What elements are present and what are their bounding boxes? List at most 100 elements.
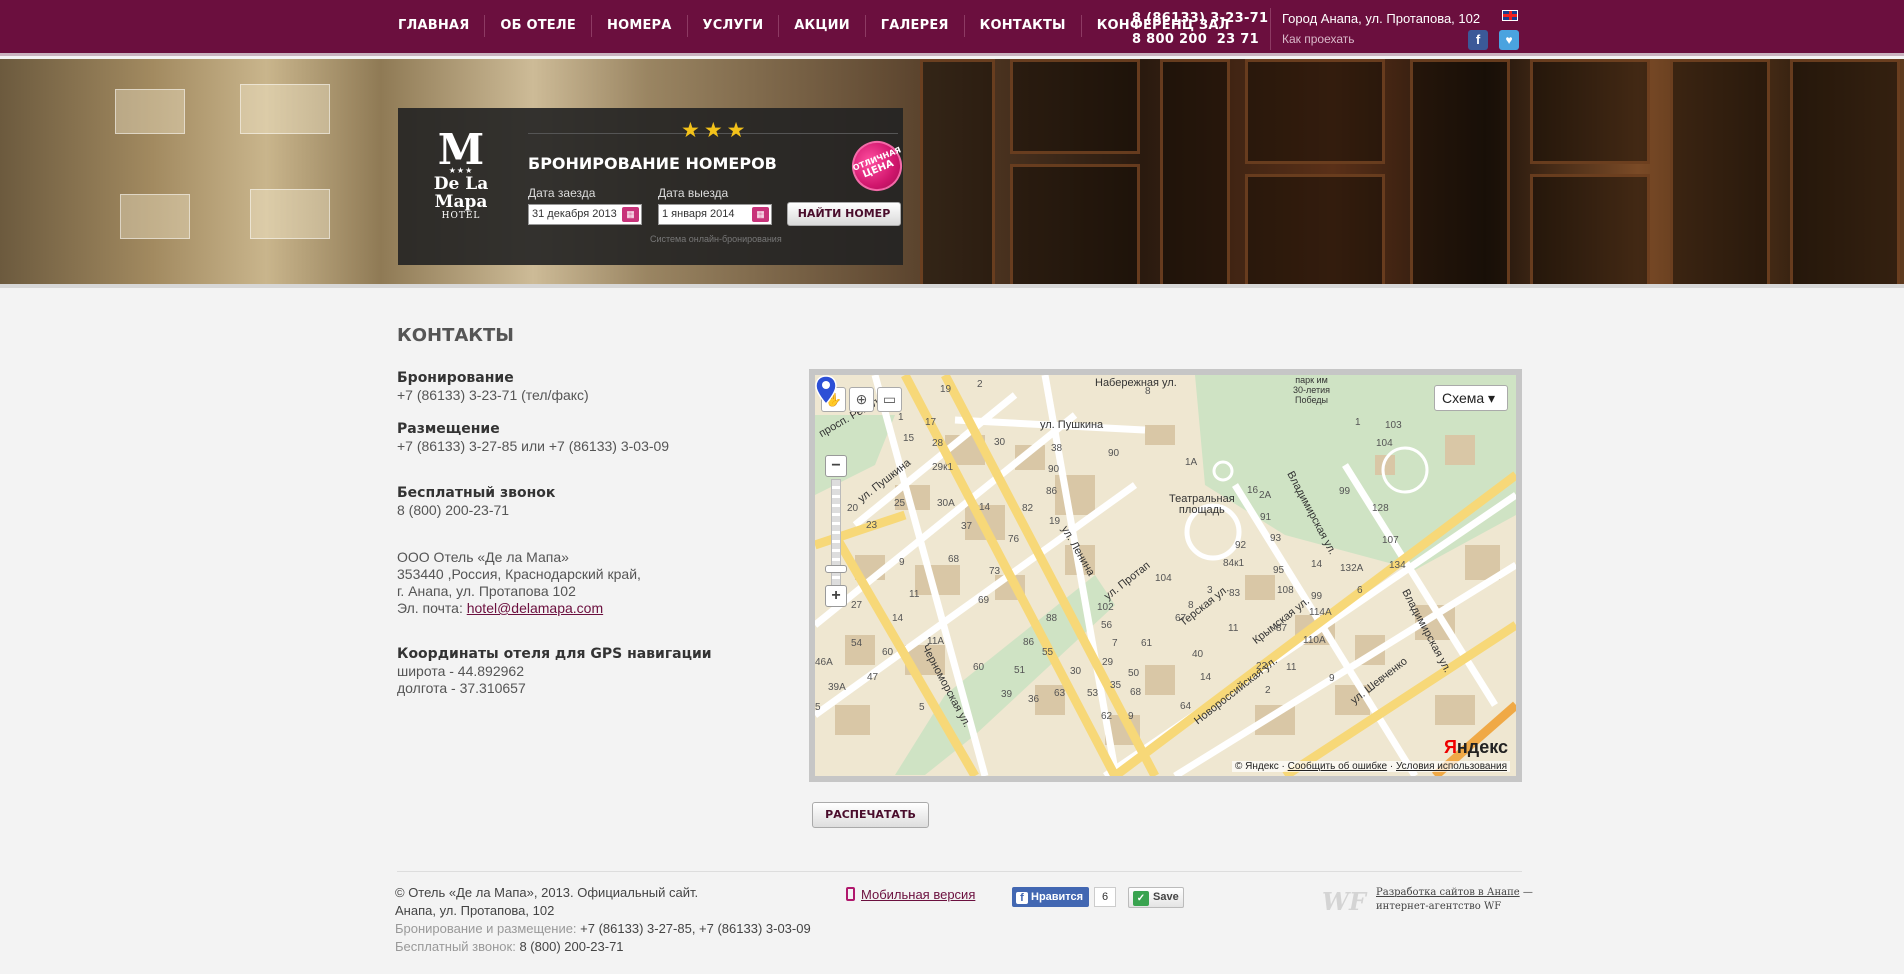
hero-banner xyxy=(0,59,1904,288)
nav-item-services[interactable]: УСЛУГИ xyxy=(686,15,779,37)
hero-window xyxy=(1530,59,1650,164)
map-house-number: 86 xyxy=(1046,486,1058,497)
vk-icon[interactable]: ♥ xyxy=(1499,30,1519,50)
hotel-stars: ★★★ xyxy=(681,119,750,142)
map-house-number: 103 xyxy=(1385,420,1402,431)
footer-booking-value: +7 (86133) 3-27-85, +7 (86133) 3-03-09 xyxy=(580,921,811,936)
map-house-number: 83 xyxy=(1229,588,1241,599)
map-ruler-tool[interactable]: ▭ xyxy=(877,387,902,412)
map-house-number: 14 xyxy=(1311,559,1323,570)
email-link[interactable]: hotel@delamapa.com xyxy=(467,600,603,616)
facebook-small-icon: f xyxy=(1016,892,1028,904)
map-house-number: 73 xyxy=(989,566,1001,577)
map-house-number: 108 xyxy=(1277,585,1294,596)
free-call-contact: Бесплатный звонок 8 (800) 200-23-71 xyxy=(397,485,555,519)
map-house-number: 102 xyxy=(1097,602,1114,613)
map-house-number: 67 xyxy=(1175,613,1187,624)
map-zoom-in-button[interactable]: + xyxy=(825,585,847,607)
map-type-selector[interactable]: Схема ▾ xyxy=(1434,385,1508,411)
footer-copyright: © Отель «Де ла Мапа», 2013. Официальный … xyxy=(395,885,699,900)
map-house-number: 30А xyxy=(937,498,955,509)
company-name: ООО Отель «Де ла Мапа» xyxy=(397,549,569,565)
map-house-number: 46А xyxy=(815,657,833,668)
map-house-number: 23 xyxy=(866,520,878,531)
booking-heading: Бронирование xyxy=(397,370,514,386)
map-house-number: 62 xyxy=(1101,711,1113,722)
checkin-field[interactable]: 31 декабря 2013 ▦ xyxy=(528,204,642,225)
map-house-number: 14 xyxy=(892,613,904,624)
nav-item-home[interactable]: ГЛАВНАЯ xyxy=(398,15,484,37)
map-label-teatr: Театральная площадь xyxy=(1169,493,1235,516)
hero-window xyxy=(1530,174,1650,288)
map-label-park: парк им 30-летия Победы xyxy=(1293,375,1330,405)
yandex-map[interactable]: Набережная ул. парк им 30-летия Победы у… xyxy=(815,375,1516,776)
hero-window xyxy=(1245,174,1385,288)
map-house-number: 84к1 xyxy=(1223,558,1245,569)
mobile-version-link[interactable]: Мобильная версия xyxy=(846,887,975,902)
find-room-button[interactable]: НАЙТИ НОМЕР xyxy=(787,202,901,226)
checkout-field[interactable]: 1 января 2014 ▦ xyxy=(658,204,772,225)
footer-booking-label: Бронирование и размещение: xyxy=(395,921,581,936)
footer-info: © Отель «Де ла Мапа», 2013. Официальный … xyxy=(395,884,811,956)
map-terms-link[interactable]: Условия использования xyxy=(1396,761,1507,772)
nav-item-gallery[interactable]: ГАЛЕРЕЯ xyxy=(864,15,964,37)
print-button[interactable]: РАСПЕЧАТАТЬ xyxy=(812,802,929,828)
map-zoom-out-button[interactable]: − xyxy=(825,455,847,477)
facebook-like-button[interactable]: f Нравится xyxy=(1012,887,1090,907)
map-house-number: 87 xyxy=(1276,623,1288,634)
map-house-number: 6 xyxy=(1357,585,1363,596)
free-call-phone: 8 (800) 200-23-71 xyxy=(397,502,510,518)
map-label-naberezhnaya: Набережная ул. xyxy=(1095,377,1177,389)
map-report-error-link[interactable]: Сообщить об ошибке xyxy=(1288,761,1387,772)
hero-window xyxy=(1790,59,1900,288)
map-house-number: 93 xyxy=(1270,533,1282,544)
map-house-number: 19 xyxy=(1049,516,1061,527)
header-address-block: Город Анапа, ул. Протапова, 102 Как прое… xyxy=(1270,8,1480,50)
map-house-number: 54 xyxy=(851,638,863,649)
map-magnifier-tool[interactable]: ⊕ xyxy=(849,387,874,412)
address-line-2: г. Анапа, ул. Протапова 102 xyxy=(397,583,576,599)
map-house-number: 1А xyxy=(1185,457,1198,468)
map-house-number: 107 xyxy=(1382,535,1399,546)
footer-free-call: Бесплатный звонок: 8 (800) 200-23-71 xyxy=(395,938,811,956)
header-phone-1: 8 (86133) 3-23-71 xyxy=(1132,11,1269,26)
hotel-logo[interactable]: M ★★★ De La Mapa HOTEL xyxy=(412,128,510,222)
gps-latitude: широта - 44.892962 xyxy=(397,663,524,679)
map-house-number: 114А xyxy=(1309,607,1332,618)
map-house-number: 61 xyxy=(1141,638,1153,649)
map-house-number: 9 xyxy=(899,557,905,568)
calendar-icon[interactable]: ▦ xyxy=(752,207,769,222)
header-phone-2: 8 800 200 23 71 xyxy=(1132,32,1259,47)
yandex-logo-y: Я xyxy=(1443,737,1457,757)
route-link[interactable]: Как проехать xyxy=(1272,29,1480,50)
booking-title: БРОНИРОВАНИЕ НОМЕРОВ xyxy=(528,154,777,173)
english-flag-icon[interactable] xyxy=(1502,10,1518,21)
facebook-icon[interactable]: f xyxy=(1468,30,1488,50)
map-house-number: 11 xyxy=(1228,623,1239,634)
booking-system-note: Система онлайн-бронирования xyxy=(650,234,782,244)
map-house-number: 28 xyxy=(932,438,944,449)
main-nav: ГЛАВНАЯ ОБ ОТЕЛЕ НОМЕРА УСЛУГИ АКЦИИ ГАЛ… xyxy=(398,0,1245,52)
map-frame: Набережная ул. парк им 30-летия Победы у… xyxy=(809,369,1522,782)
map-zoom-scale[interactable] xyxy=(831,479,841,591)
map-house-number: 63 xyxy=(1054,688,1066,699)
nav-item-contacts[interactable]: КОНТАКТЫ xyxy=(963,15,1081,37)
email-label: Эл. почта: xyxy=(397,600,467,616)
map-zoom-slider-thumb[interactable] xyxy=(825,565,847,573)
nav-item-about[interactable]: ОБ ОТЕЛЕ xyxy=(484,15,591,37)
map-house-number: 50 xyxy=(1128,668,1140,679)
calendar-icon[interactable]: ▦ xyxy=(622,207,639,222)
logo-name: De La Mapa xyxy=(433,174,489,212)
map-house-number: 15 xyxy=(903,433,915,444)
hero-bottom-border xyxy=(0,284,1904,288)
nav-item-promotions[interactable]: АКЦИИ xyxy=(778,15,865,37)
hotel-location-pin-icon[interactable] xyxy=(815,375,837,405)
wf-agency-logo[interactable]: WF xyxy=(1322,887,1366,916)
map-label-pushkina-top: ул. Пушкина xyxy=(1040,419,1104,431)
map-house-number: 68 xyxy=(1130,687,1142,698)
nav-item-rooms[interactable]: НОМЕРА xyxy=(590,15,687,37)
save-button[interactable]: ✓ Save xyxy=(1128,887,1184,908)
hero-balcony xyxy=(115,89,185,134)
developer-link[interactable]: Разработка сайтов в Анапе xyxy=(1376,887,1520,898)
map-house-number: 35 xyxy=(1110,680,1122,691)
